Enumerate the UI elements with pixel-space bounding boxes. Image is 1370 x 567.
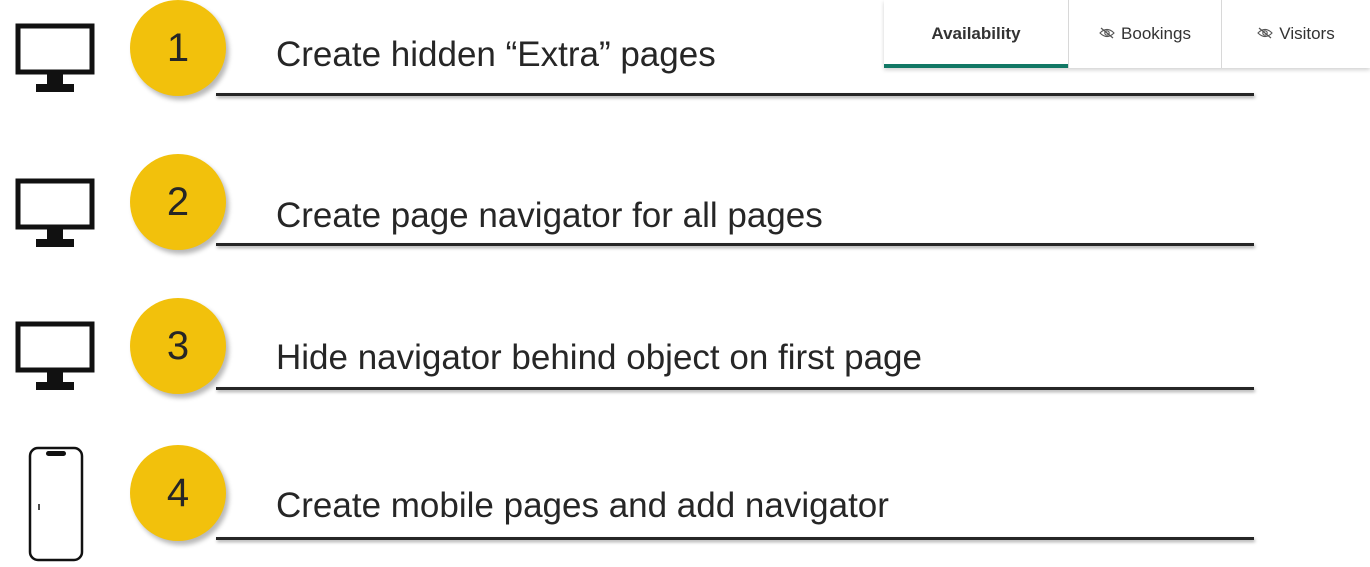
- step-4: 4 Create mobile pages and add navigator: [0, 430, 1370, 563]
- monitor-icon: [14, 22, 96, 99]
- step-number-badge: 3: [130, 298, 226, 394]
- step-text: Create mobile pages and add navigator: [276, 486, 889, 525]
- step-number-badge: 2: [130, 154, 226, 250]
- step-number: 3: [166, 323, 190, 368]
- step-number-badge: 1: [130, 0, 226, 96]
- step-2: 2 Create page navigator for all pages: [0, 150, 1370, 250]
- monitor-icon: [14, 177, 96, 254]
- step-3: 3 Hide navigator behind object on first …: [0, 292, 1370, 394]
- divider: [216, 387, 1254, 390]
- divider: [216, 537, 1254, 540]
- step-text: Hide navigator behind object on first pa…: [276, 338, 922, 377]
- monitor-icon: [14, 320, 96, 397]
- step-number: 2: [166, 179, 190, 224]
- divider: [216, 93, 1254, 96]
- step-text: Create hidden “Extra” pages: [276, 35, 716, 74]
- step-number-badge: 4: [130, 445, 226, 541]
- step-number: 1: [166, 25, 190, 70]
- divider: [216, 243, 1254, 246]
- step-number: 4: [166, 470, 190, 515]
- step-1: 1 Create hidden “Extra” pages: [0, 0, 1370, 100]
- step-text: Create page navigator for all pages: [276, 196, 823, 235]
- phone-icon: [28, 446, 84, 567]
